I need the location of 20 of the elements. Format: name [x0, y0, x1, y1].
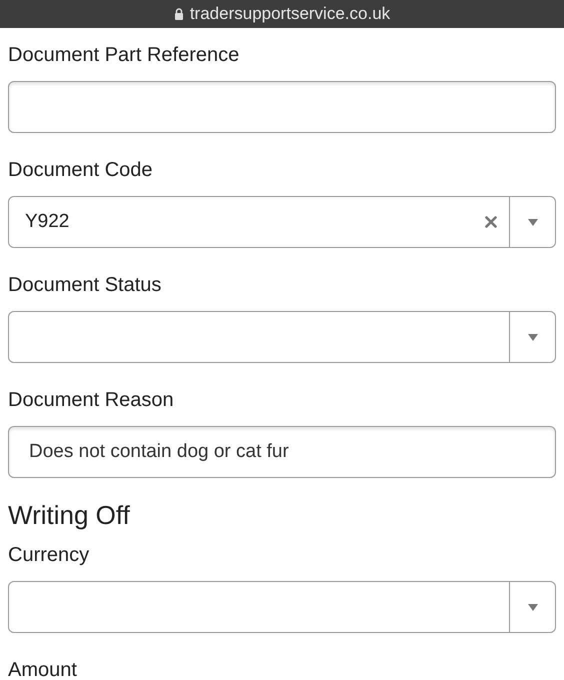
section-heading: Writing Off: [8, 500, 131, 530]
field-label: Document Reason: [8, 388, 175, 412]
field-label: Amount: [8, 658, 78, 680]
caret-down-icon: [528, 604, 538, 610]
caret-down-icon: [528, 334, 538, 340]
url-text[interactable]: tradersupportservice.co.uk: [190, 1, 390, 27]
text-input-field[interactable]: [8, 81, 556, 133]
select-field[interactable]: [8, 311, 556, 363]
select-field[interactable]: [8, 581, 556, 633]
field-label: Document Part Reference: [8, 43, 240, 67]
select-field[interactable]: Y922: [8, 196, 556, 248]
input-value: Does not contain dog or cat fur: [29, 440, 289, 464]
caret-down-icon: [528, 218, 538, 226]
field-label: Document Code: [8, 158, 154, 182]
field-label: Document Status: [8, 273, 162, 297]
lock-icon: [174, 8, 184, 20]
text-input-field[interactable]: Does not contain dog or cat fur: [8, 426, 556, 478]
clear-icon[interactable]: [485, 216, 497, 228]
field-label: Currency: [8, 543, 90, 567]
selected-value: Y922: [25, 210, 70, 234]
